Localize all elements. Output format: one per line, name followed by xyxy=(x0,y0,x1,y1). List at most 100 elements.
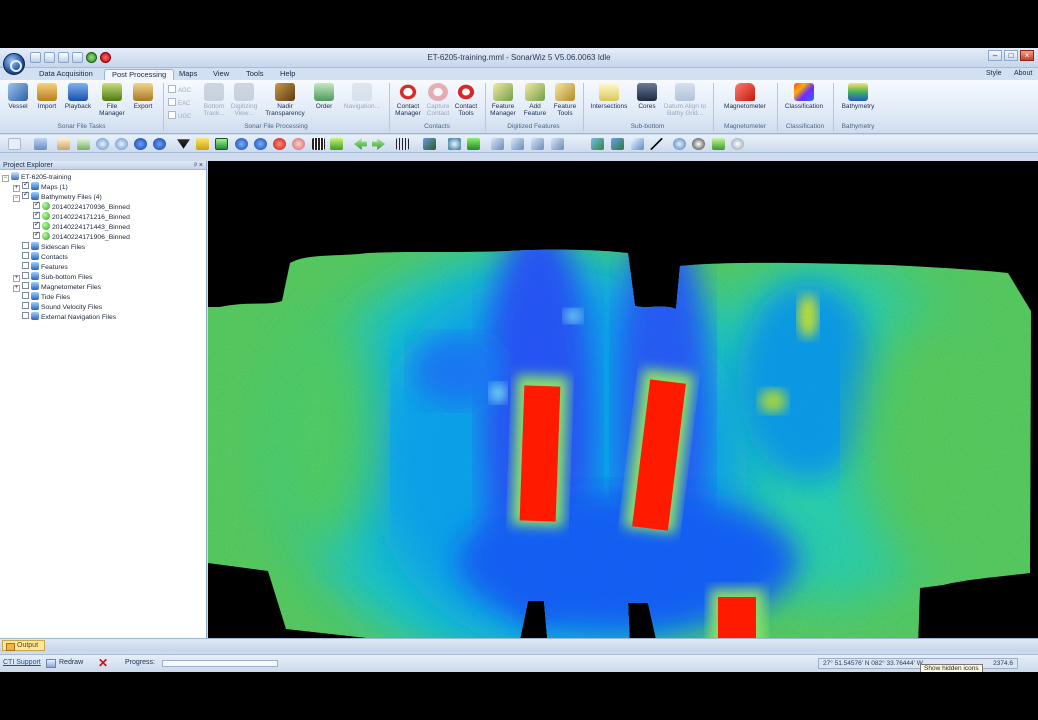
measure-point-icon[interactable] xyxy=(551,138,564,150)
tree-node[interactable]: Tide Files xyxy=(2,292,206,302)
expand-icon[interactable]: + xyxy=(13,275,20,282)
datum-align-button[interactable]: Datum Align to Bathy Grid... xyxy=(662,83,708,117)
style-menu[interactable]: Style xyxy=(986,70,1002,77)
forward-arrow-icon[interactable] xyxy=(372,138,385,150)
tree-node[interactable]: − Bathymetry Files (4) xyxy=(2,190,206,202)
tab-post-processing[interactable]: Post Processing xyxy=(104,69,175,80)
minimize-button[interactable]: – xyxy=(988,50,1002,61)
tree-node-checkbox[interactable] xyxy=(22,282,29,289)
drop-down-icon[interactable] xyxy=(177,139,190,149)
back-arrow-icon[interactable] xyxy=(354,138,367,150)
export-button[interactable]: Export xyxy=(127,83,159,110)
redraw-button[interactable]: Redraw xyxy=(59,659,83,666)
zoom-layer-icon[interactable] xyxy=(153,138,166,150)
globe-icon[interactable] xyxy=(673,138,686,150)
bathymetry-button[interactable]: Bathymetry xyxy=(838,83,878,110)
tree-node-checkbox[interactable] xyxy=(22,272,29,279)
tree-node[interactable]: Features xyxy=(2,262,206,272)
bottom-track-button[interactable]: Bottom Track... xyxy=(198,83,230,117)
pointer-icon[interactable] xyxy=(8,138,21,150)
tree-node[interactable]: Sidescan Files xyxy=(2,242,206,252)
tree-node[interactable]: + Sub-bottom Files xyxy=(2,272,206,282)
tree-node-checkbox[interactable] xyxy=(22,242,29,249)
expand-icon[interactable]: + xyxy=(13,285,20,292)
digitizing-view-button[interactable]: Digitizing View... xyxy=(228,83,260,117)
tree-node-checkbox[interactable] xyxy=(33,230,40,240)
tree-node[interactable]: 20140224170936_Binned xyxy=(2,200,206,212)
tab-tools[interactable]: Tools xyxy=(239,69,271,80)
info-icon[interactable] xyxy=(235,138,248,150)
tree-node-checkbox[interactable] xyxy=(33,200,40,210)
navigation-button[interactable]: Navigation... xyxy=(340,83,384,110)
measure-icon[interactable] xyxy=(491,138,504,150)
tree-node-checkbox[interactable] xyxy=(22,292,29,299)
grid-layer-icon[interactable] xyxy=(631,138,644,150)
signal-icon[interactable] xyxy=(712,138,725,150)
scale-bar-icon[interactable] xyxy=(396,138,409,150)
tree-node[interactable]: Sound Velocity Files xyxy=(2,302,206,312)
cancel-icon[interactable] xyxy=(273,138,286,150)
cores-button[interactable]: Cores xyxy=(631,83,663,110)
tab-view[interactable]: View xyxy=(206,69,236,80)
collapse-icon[interactable]: − xyxy=(13,195,20,202)
map-view[interactable] xyxy=(208,161,1038,638)
nadir-transparency-button[interactable]: Nadir Transparency xyxy=(264,83,306,117)
tree-node[interactable]: 20140224171443_Binned xyxy=(2,220,206,232)
expand-icon[interactable]: + xyxy=(13,185,20,192)
eac-checkbox[interactable]: EAC xyxy=(168,98,190,107)
layer-toggle-icon[interactable] xyxy=(215,138,228,150)
refresh-icon[interactable] xyxy=(254,138,267,150)
tree-node-checkbox[interactable] xyxy=(22,180,29,190)
tree-node-checkbox[interactable] xyxy=(22,302,29,309)
add-feature-button[interactable]: Add Feature xyxy=(519,83,551,117)
select-icon[interactable] xyxy=(34,138,47,150)
collapse-icon[interactable]: − xyxy=(2,175,9,182)
tree-node[interactable]: + Magnetometer Files xyxy=(2,282,206,292)
check-icon[interactable] xyxy=(330,138,343,150)
target-icon[interactable] xyxy=(448,138,461,150)
order-button[interactable]: Order xyxy=(308,83,340,110)
tree-node-checkbox[interactable] xyxy=(33,220,40,230)
classification-button[interactable]: Classification xyxy=(780,83,828,110)
tree-node[interactable]: Contacts xyxy=(2,252,206,262)
contact-manager-button[interactable]: Contact Manager xyxy=(392,83,424,117)
application-menu-button[interactable] xyxy=(3,53,25,75)
agc-checkbox[interactable]: AGC xyxy=(168,85,191,94)
import-button[interactable]: Import xyxy=(31,83,63,110)
close-button[interactable]: × xyxy=(1020,50,1034,61)
ugc-checkbox[interactable]: UGC xyxy=(168,111,191,120)
zoom-extents-icon[interactable] xyxy=(134,138,147,150)
settings-gear-icon[interactable] xyxy=(731,138,744,150)
maximize-button[interactable]: □ xyxy=(1004,50,1018,61)
record-track-icon[interactable] xyxy=(292,138,305,150)
file-manager-button[interactable]: File Manager xyxy=(96,83,128,117)
pan-hand-icon[interactable] xyxy=(57,138,70,150)
magnetometer-button[interactable]: Magnetometer xyxy=(718,83,772,110)
measure-line-icon[interactable] xyxy=(531,138,544,150)
line-tool-icon[interactable] xyxy=(650,138,663,150)
image-layer-icon[interactable] xyxy=(611,138,624,150)
chart-layer-icon[interactable] xyxy=(591,138,604,150)
measure-area-icon[interactable] xyxy=(511,138,524,150)
intersections-button[interactable]: Intersections xyxy=(588,83,630,110)
coverage-icon[interactable] xyxy=(467,138,480,150)
tab-help[interactable]: Help xyxy=(273,69,302,80)
tab-maps[interactable]: Maps xyxy=(172,69,204,80)
grid-columns-icon[interactable] xyxy=(312,138,325,150)
output-tab[interactable]: Output xyxy=(2,640,46,651)
tree-node-checkbox[interactable] xyxy=(22,252,29,259)
tree-node-checkbox[interactable] xyxy=(22,312,29,319)
about-menu[interactable]: About xyxy=(1014,70,1032,77)
map-image-icon[interactable] xyxy=(423,138,436,150)
tree-node[interactable]: + Maps (1) xyxy=(2,180,206,192)
tree-node[interactable]: 20140224171216_Binned xyxy=(2,210,206,222)
tree-node[interactable]: − ET-6205-training xyxy=(2,172,206,182)
vessel-button[interactable]: Vessel xyxy=(2,83,34,110)
tab-data-acquisition[interactable]: Data Acquisition xyxy=(32,69,100,80)
compass-icon[interactable] xyxy=(692,138,705,150)
pin-close-icon[interactable]: ᵖ × xyxy=(194,161,203,170)
contact-tools-button[interactable]: Contact Tools xyxy=(450,83,482,117)
tree-node-checkbox[interactable] xyxy=(22,190,29,200)
ruler-icon[interactable] xyxy=(196,138,209,150)
cti-support-link[interactable]: CTI Support xyxy=(3,659,41,666)
